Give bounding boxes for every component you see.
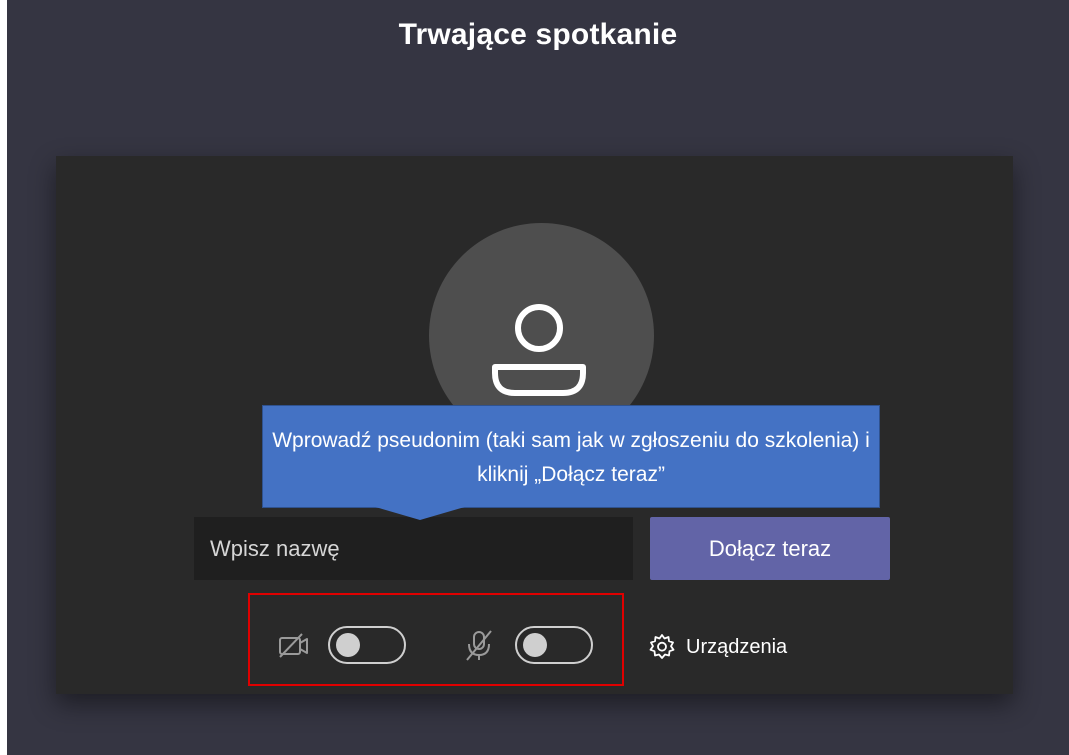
join-now-button[interactable]: Dołącz teraz bbox=[650, 517, 890, 580]
name-input[interactable] bbox=[194, 517, 633, 580]
microphone-toggle[interactable] bbox=[515, 626, 593, 664]
mic-off-icon bbox=[466, 630, 492, 661]
devices-button[interactable]: Urządzenia bbox=[648, 630, 787, 664]
instruction-callout: Wprowadź pseudonim (taki sam jak w zgłos… bbox=[262, 405, 880, 508]
page-title: Trwające spotkanie bbox=[398, 18, 678, 51]
camera-toggle[interactable] bbox=[328, 626, 406, 664]
gear-icon bbox=[649, 634, 675, 659]
devices-label: Urządzenia bbox=[686, 635, 788, 658]
microphone-toggle-knob bbox=[523, 633, 547, 657]
callout-pointer bbox=[372, 506, 468, 520]
camera-off-icon bbox=[279, 633, 308, 658]
camera-toggle-knob bbox=[336, 633, 360, 657]
